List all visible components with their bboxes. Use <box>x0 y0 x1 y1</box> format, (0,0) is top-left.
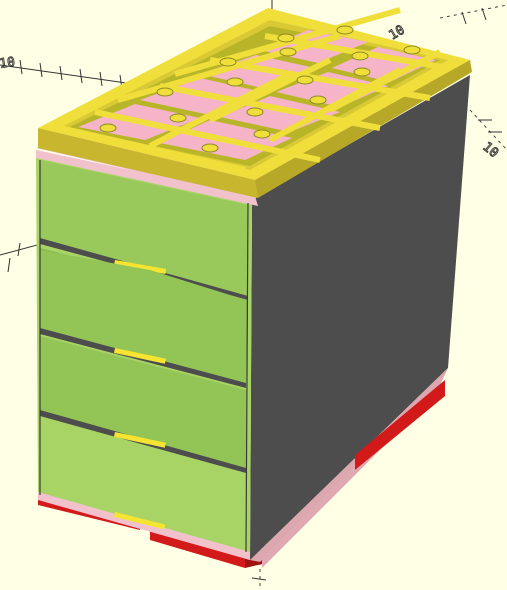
tick-label-x: 10 <box>0 55 16 72</box>
y-axis-positive <box>439 4 507 19</box>
3d-viewport[interactable]: 10 100 10 10 <box>0 0 507 590</box>
tick-label-x-pos: 10 <box>479 140 501 162</box>
model-render: 10 100 10 10 <box>0 0 507 590</box>
